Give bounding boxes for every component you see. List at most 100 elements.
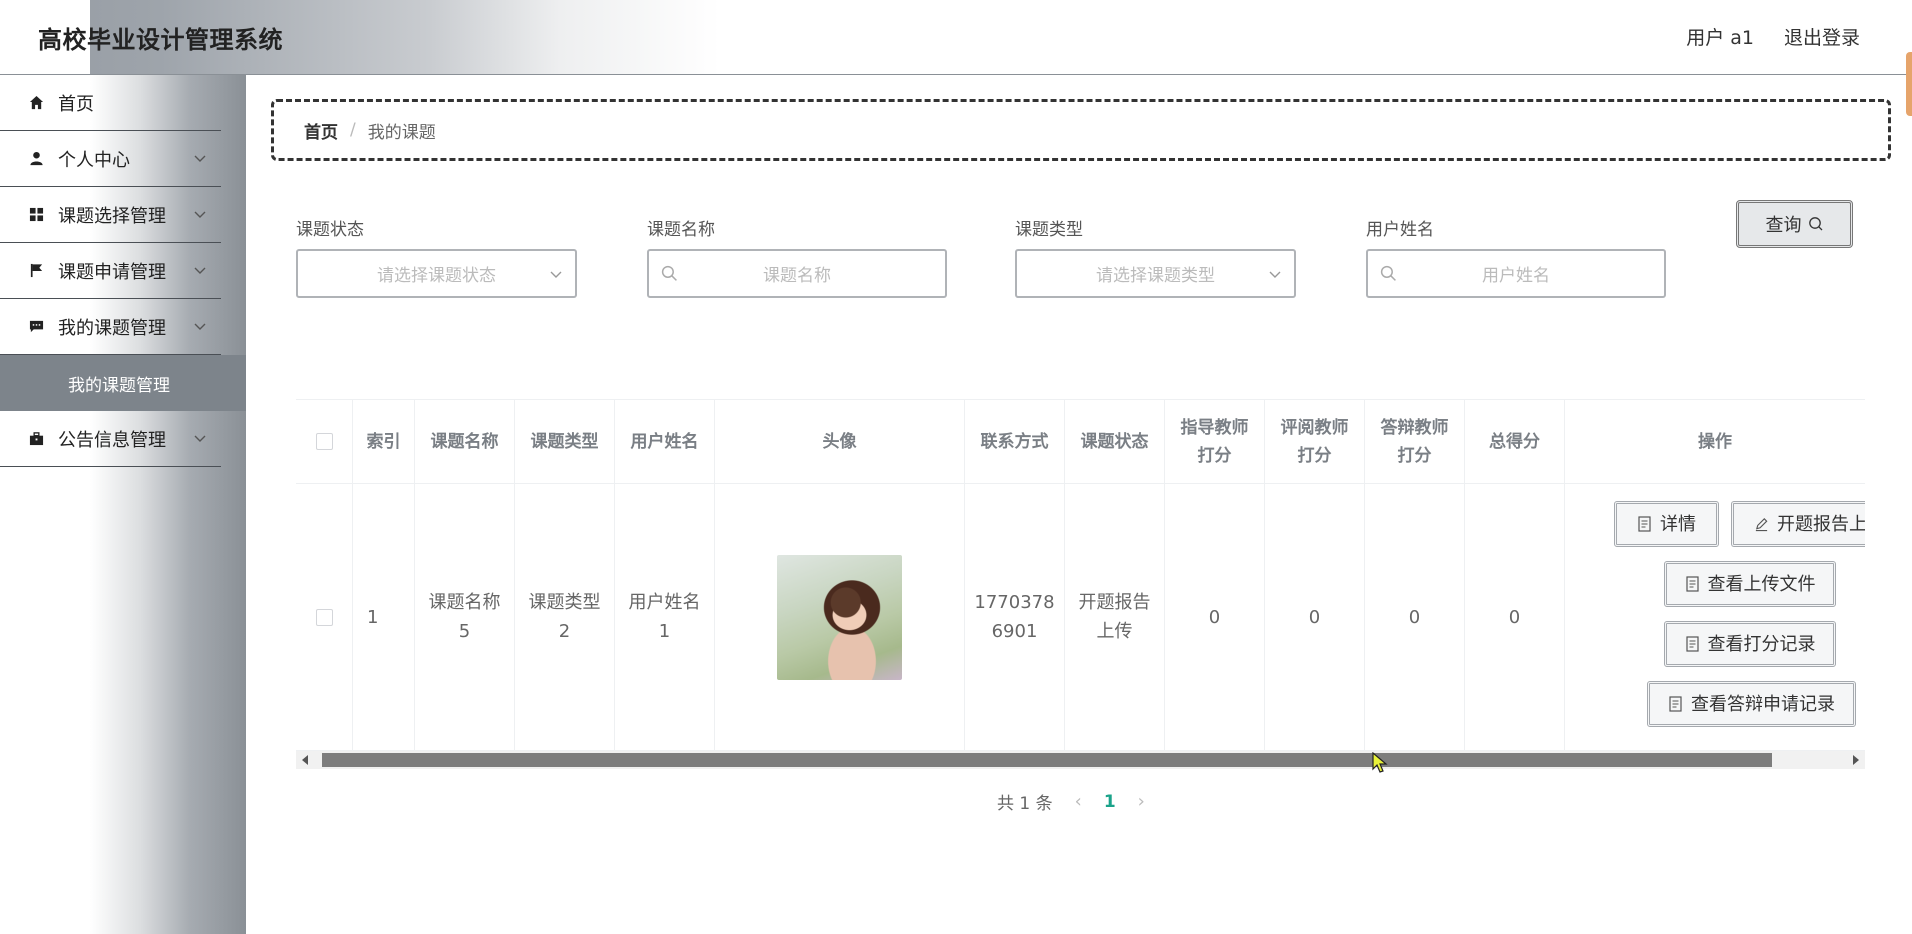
table-horizontal-scrollbar[interactable] [296,751,1865,769]
document-icon [1669,696,1682,712]
logout-link[interactable]: 退出登录 [1784,23,1860,50]
row-status-line1: 开题报告 [1078,592,1151,613]
sidebar-item-label: 公告信息管理 [58,429,166,451]
status-select[interactable]: 请选择课题状态 [296,249,577,298]
username-placeholder: 用户姓名 [1482,266,1550,286]
row-phone-line1: 1770378 [974,592,1055,613]
query-button[interactable]: 查询 [1736,200,1853,248]
search-icon [1808,217,1822,231]
row-checkbox[interactable] [315,608,333,626]
view-files-button-label: 查看上传文件 [1707,573,1816,595]
view-defense-button[interactable]: 查看答辩申请记录 [1647,681,1856,727]
user-label[interactable]: 用户 a1 [1686,23,1754,50]
col-avatar[interactable]: 头像 [715,400,965,483]
upload-report-button[interactable]: 开题报告上传 [1731,501,1865,547]
row-topic-type-line2: 2 [558,621,571,642]
col-phone[interactable]: 联系方式 [965,400,1065,483]
flag-icon [28,263,44,279]
username-input[interactable]: 用户姓名 [1366,249,1666,298]
col-advisor-score[interactable]: 指导教师 打分 [1165,400,1265,483]
home-icon [28,95,44,111]
mouse-cursor-icon [1372,752,1388,773]
row-reviewer-score: 0 [1265,484,1365,750]
row-username-line2: 1 [658,621,671,642]
col-actions: 操作 [1698,431,1732,452]
document-icon [1638,516,1651,532]
chevron-down-icon [194,211,206,218]
search-icon [661,265,677,281]
row-advisor-score: 0 [1165,484,1265,750]
sidebar-item-label: 课题申请管理 [58,261,166,283]
scroll-left-arrow-icon[interactable] [302,755,308,765]
pagination: 共 1 条 ‹ 1 › [997,789,1145,814]
avatar[interactable] [777,554,902,680]
sidebar: 首页 个人中心 课题选择管理 课题申请管理 我的课题管理 我的课题管理 公告信息… [0,75,246,934]
row-phone-line2: 6901 [991,621,1038,642]
chevron-down-icon [194,435,206,442]
row-username: 用户姓名 1 [615,484,715,750]
row-avatar-cell [715,484,965,750]
scroll-right-arrow-icon[interactable] [1853,755,1859,765]
view-scores-button[interactable]: 查看打分记录 [1664,621,1836,667]
col-topic-name[interactable]: 课题名称 [415,400,515,483]
type-select[interactable]: 请选择课题类型 [1015,249,1296,298]
detail-button-label: 详情 [1660,513,1696,535]
sidebar-item-label: 首页 [58,93,94,115]
status-filter-label: 课题状态 [296,220,364,240]
col-total[interactable]: 总得分 [1465,400,1565,483]
sidebar-item-topic-selection[interactable]: 课题选择管理 [0,187,221,243]
page-number[interactable]: 1 [1104,792,1116,812]
col-advisor-score-line1: 指导教师 [1180,417,1249,438]
sidebar-item-label: 个人中心 [58,149,130,171]
row-phone: 1770378 6901 [965,484,1065,750]
sidebar-item-announcements[interactable]: 公告信息管理 [0,411,221,467]
message-icon [28,319,44,335]
breadcrumb-separator: / [350,120,356,140]
sidebar-item-personal-center[interactable]: 个人中心 [0,131,221,187]
col-status[interactable]: 课题状态 [1065,400,1165,483]
breadcrumb: 首页 / 我的课题 [271,99,1891,161]
row-topic-name: 课题名称 5 [415,484,515,750]
chevron-down-icon [550,271,562,278]
col-reviewer-score[interactable]: 评阅教师 打分 [1265,400,1365,483]
sidebar-item-label: 课题选择管理 [58,205,166,227]
side-panel-handle[interactable] [1906,52,1912,116]
row-topic-type: 课题类型 2 [515,484,615,750]
row-defense-score: 0 [1365,484,1465,750]
topic-name-placeholder: 课题名称 [763,266,831,286]
prev-page-icon[interactable]: ‹ [1075,791,1082,812]
topics-table: 索引 课题名称 课题类型 用户姓名 头像 联系方式 课题状态 指导教师 打分 评… [296,399,1865,751]
col-defense-score-line2: 打分 [1397,445,1432,466]
chevron-down-icon [1269,271,1281,278]
user-icon [28,151,44,167]
col-advisor-score-line2: 打分 [1197,445,1232,466]
row-topic-name-line2: 5 [458,621,471,642]
col-index[interactable]: 索引 [353,400,415,483]
topic-name-input[interactable]: 课题名称 [647,249,947,298]
select-all-checkbox[interactable] [315,433,333,450]
upload-report-button-label: 开题报告上传 [1777,513,1865,535]
view-scores-button-label: 查看打分记录 [1707,633,1816,655]
view-files-button[interactable]: 查看上传文件 [1664,561,1836,607]
sidebar-item-my-topics[interactable]: 我的课题管理 [0,299,221,355]
detail-button[interactable]: 详情 [1614,501,1719,547]
col-defense-score-line1: 答辩教师 [1380,417,1449,438]
chevron-down-icon [194,323,206,330]
breadcrumb-current: 我的课题 [367,122,436,143]
col-topic-type[interactable]: 课题类型 [515,400,615,483]
view-defense-button-label: 查看答辩申请记录 [1691,693,1835,715]
table-row: 1 课题名称 5 课题类型 2 用户姓名 1 1770378 6901 开题报告… [296,484,1865,751]
row-status: 开题报告 上传 [1065,484,1165,750]
sidebar-item-topic-application[interactable]: 课题申请管理 [0,243,221,299]
breadcrumb-home[interactable]: 首页 [304,118,338,143]
sidebar-subitem-my-topics[interactable]: 我的课题管理 [0,355,246,411]
next-page-icon[interactable]: › [1138,791,1145,812]
row-topic-name-line1: 课题名称 [428,592,501,613]
chevron-down-icon [194,267,206,274]
scrollbar-thumb[interactable] [322,753,1772,767]
col-username[interactable]: 用户姓名 [615,400,715,483]
col-defense-score[interactable]: 答辩教师 打分 [1365,400,1465,483]
query-button-label: 查询 [1765,215,1802,236]
row-select-cell [296,484,353,750]
sidebar-item-home[interactable]: 首页 [0,75,221,131]
